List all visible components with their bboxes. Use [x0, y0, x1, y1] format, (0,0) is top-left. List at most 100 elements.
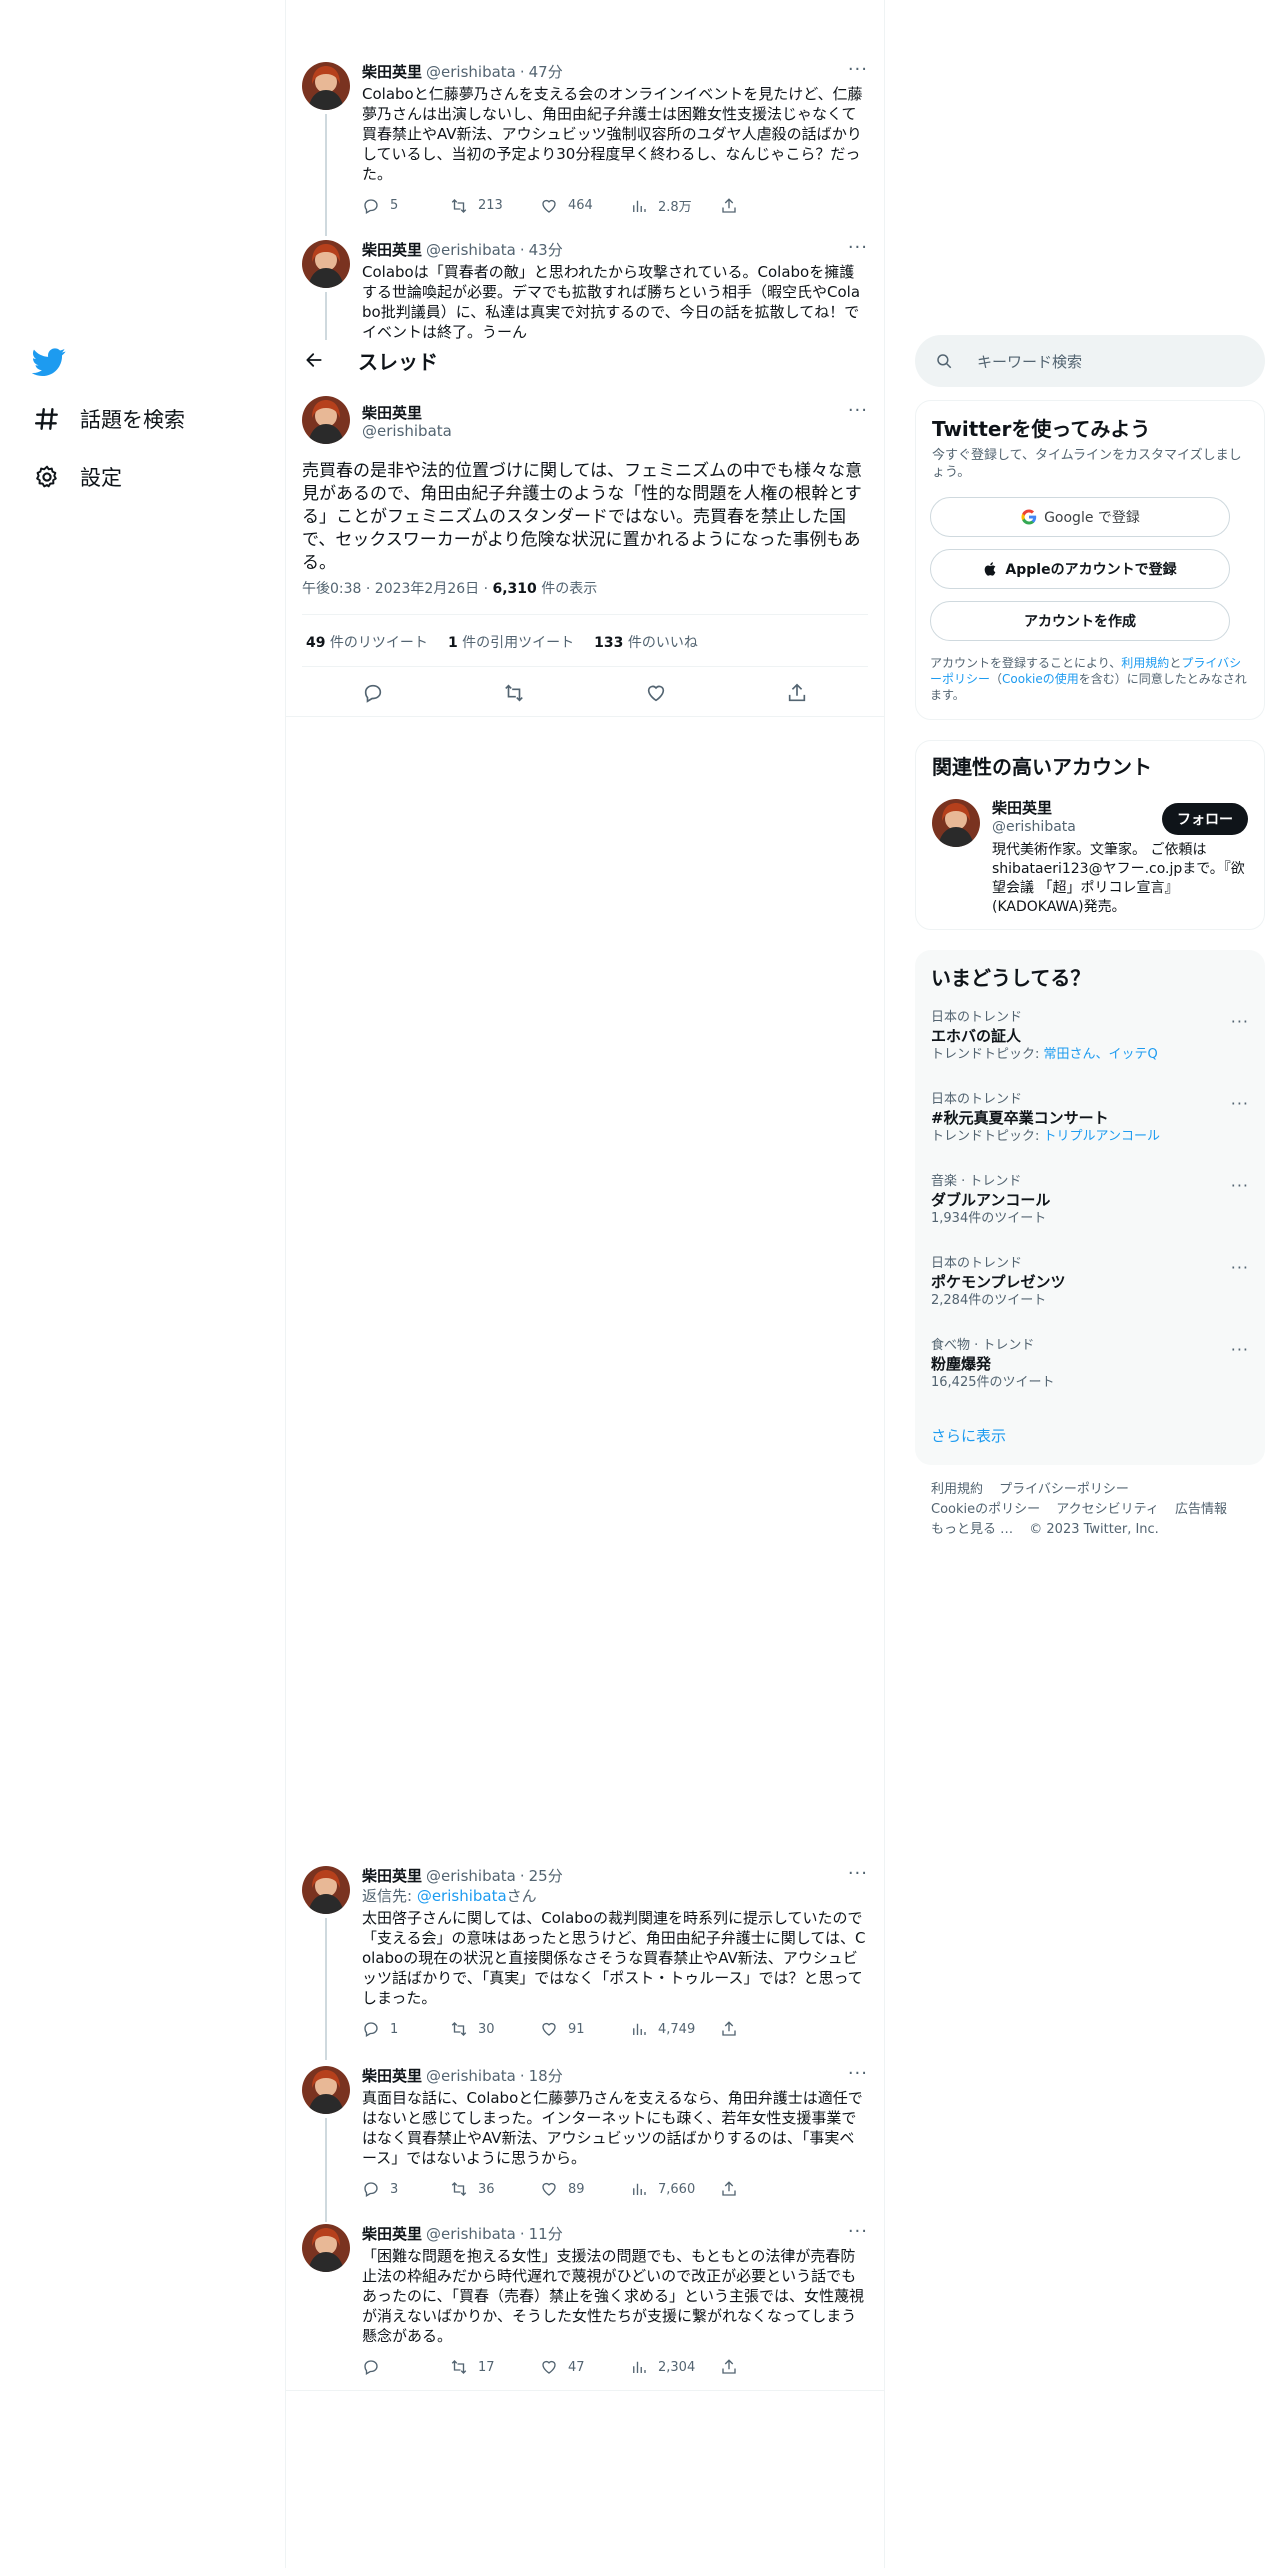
author-handle[interactable]: @erishibata: [426, 2224, 516, 2244]
share-button[interactable]: [720, 2180, 738, 2198]
tweet-time[interactable]: 18分: [529, 2066, 563, 2086]
like-button[interactable]: 464: [540, 196, 630, 215]
more-icon[interactable]: ···: [848, 400, 868, 421]
footer-more[interactable]: もっと見る …: [931, 1520, 1013, 1540]
cookie-link[interactable]: Cookieの使用: [1002, 672, 1079, 686]
avatar[interactable]: [302, 2224, 350, 2272]
tweet-reply-3[interactable]: 柴田英里 @erishibata · 11分 ··· 「困難な問題を抱える女性」…: [286, 2223, 884, 2394]
footer-accessibility[interactable]: アクセシビリティ: [1056, 1500, 1159, 1520]
google-signup-button[interactable]: Google で登録: [930, 497, 1230, 537]
nav-settings[interactable]: 設定: [34, 462, 122, 492]
avatar[interactable]: [302, 1866, 350, 1914]
author-handle[interactable]: @erishibata: [426, 1866, 516, 1886]
author-name[interactable]: 柴田英里: [362, 402, 422, 423]
share-button[interactable]: [720, 2358, 738, 2376]
reply-button[interactable]: 5: [362, 196, 450, 215]
reply-button[interactable]: [362, 2358, 450, 2376]
retweets-stat[interactable]: 49 件のリツイート: [306, 632, 428, 652]
views-button[interactable]: 7,660: [630, 2180, 720, 2198]
tweet-prev-2[interactable]: 柴田英里 @erishibata · 43分 ··· Colaboは「買春者の敵…: [286, 240, 884, 340]
terms-link[interactable]: 利用規約: [1121, 656, 1169, 670]
retweet-icon[interactable]: [503, 682, 525, 704]
search-input[interactable]: キーワード検索: [915, 335, 1265, 387]
author-name[interactable]: 柴田英里: [362, 62, 422, 82]
trend-item[interactable]: 日本のトレンド #秋元真夏卒業コンサート トレンドトピック: トリプルアンコール…: [931, 1092, 1249, 1146]
reply-icon[interactable]: [362, 682, 384, 704]
more-icon[interactable]: ···: [1231, 1176, 1249, 1195]
create-account-button[interactable]: アカウントを作成: [930, 601, 1230, 641]
related-handle[interactable]: @erishibata: [992, 819, 1076, 835]
trend-item[interactable]: 日本のトレンド エホバの証人 トレンドトピック: 常田さん、イッテQ ···: [931, 1010, 1249, 1064]
tweet-time[interactable]: 47分: [529, 62, 563, 82]
trend-item[interactable]: 食べ物 · トレンド 粉塵爆発 16,425件のツイート ···: [931, 1338, 1249, 1392]
apple-signup-button[interactable]: Appleのアカウントで登録: [930, 549, 1230, 589]
share-button[interactable]: [720, 2020, 738, 2038]
reply-to-link[interactable]: @erishibata: [417, 1887, 507, 1905]
more-icon[interactable]: ···: [1231, 1094, 1249, 1113]
author-name[interactable]: 柴田英里: [362, 1866, 422, 1886]
more-icon[interactable]: ···: [1231, 1012, 1249, 1031]
share-button[interactable]: [720, 196, 738, 215]
related-name[interactable]: 柴田英里: [992, 797, 1052, 818]
divider: [302, 614, 868, 615]
tweet-prev-1[interactable]: 柴田英里 @erishibata · 47分 ··· Colaboと仁藤夢乃さん…: [286, 61, 884, 236]
reply-button[interactable]: 3: [362, 2180, 450, 2198]
retweet-button[interactable]: 36: [450, 2180, 540, 2198]
trend-topic-link[interactable]: 常田さん、イッテQ: [1044, 1047, 1158, 1062]
twitter-logo-icon[interactable]: [32, 345, 66, 379]
author-handle[interactable]: @erishibata: [362, 422, 452, 440]
retweet-button[interactable]: 17: [450, 2358, 540, 2376]
like-button[interactable]: 47: [540, 2358, 630, 2376]
tweet-time[interactable]: 11分: [529, 2224, 563, 2244]
follow-button[interactable]: フォロー: [1162, 803, 1248, 835]
tweet-reply-2[interactable]: 柴田英里 @erishibata · 18分 ··· 真面目な話に、Colabo…: [286, 2065, 884, 2222]
footer-terms[interactable]: 利用規約: [931, 1480, 983, 1500]
author-name[interactable]: 柴田英里: [362, 2066, 422, 2086]
more-icon[interactable]: ···: [848, 2065, 868, 2083]
trend-topic-link[interactable]: トリプルアンコール: [1044, 1129, 1160, 1144]
more-icon[interactable]: ···: [1231, 1340, 1249, 1359]
like-button[interactable]: 91: [540, 2020, 630, 2038]
share-icon[interactable]: [786, 682, 808, 704]
quotes-stat[interactable]: 1 件の引用ツイート: [448, 632, 574, 652]
author-handle[interactable]: @erishibata: [426, 240, 516, 260]
retweet-button[interactable]: 30: [450, 2020, 540, 2038]
author-name[interactable]: 柴田英里: [362, 240, 422, 260]
back-arrow-icon[interactable]: [304, 350, 324, 370]
heart-icon[interactable]: [645, 682, 667, 704]
tweet-reply-1[interactable]: 柴田英里 @erishibata · 25分 ··· 返信先: @erishib…: [286, 1865, 884, 2060]
author-handle[interactable]: @erishibata: [426, 2066, 516, 2086]
more-icon[interactable]: ···: [848, 2223, 868, 2241]
footer-ads[interactable]: 広告情報: [1175, 1500, 1227, 1520]
more-icon[interactable]: ···: [848, 61, 868, 79]
more-icon[interactable]: ···: [848, 1865, 868, 1883]
like-button[interactable]: 89: [540, 2180, 630, 2198]
nav-explore[interactable]: 話題を検索: [34, 404, 185, 434]
show-more-link[interactable]: さらに表示: [931, 1425, 1006, 1446]
avatar[interactable]: [302, 396, 350, 444]
footer-cookie[interactable]: Cookieのポリシー: [931, 1500, 1040, 1520]
footer-privacy[interactable]: プライバシーポリシー: [999, 1480, 1129, 1500]
tweet-time[interactable]: 43分: [529, 240, 563, 260]
tweet-time[interactable]: 25分: [529, 1866, 563, 1886]
heart-icon: [542, 2022, 556, 2036]
reply-button[interactable]: 1: [362, 2020, 450, 2038]
gear-icon: [36, 465, 57, 488]
views-button[interactable]: 2.8万: [630, 196, 720, 215]
likes-stat[interactable]: 133 件のいいね: [594, 632, 698, 652]
tweet-timestamp[interactable]: 午後0:38 · 2023年2月26日 ·: [302, 581, 493, 597]
related-accounts-card: 関連性の高いアカウント 柴田英里 @erishibata フォロー 現代美術作家…: [915, 740, 1265, 930]
trend-item[interactable]: 日本のトレンド ポケモンプレゼンツ 2,284件のツイート ···: [931, 1256, 1249, 1310]
views-button[interactable]: 4,749: [630, 2020, 720, 2038]
avatar[interactable]: [302, 2066, 350, 2114]
avatar[interactable]: [302, 62, 350, 110]
avatar[interactable]: [302, 240, 350, 288]
author-handle[interactable]: @erishibata: [426, 62, 516, 82]
more-icon[interactable]: ···: [848, 240, 868, 257]
more-icon[interactable]: ···: [1231, 1258, 1249, 1277]
trend-item[interactable]: 音楽 · トレンド ダブルアンコール 1,934件のツイート ···: [931, 1174, 1249, 1228]
author-name[interactable]: 柴田英里: [362, 2224, 422, 2244]
avatar[interactable]: [932, 799, 980, 847]
retweet-button[interactable]: 213: [450, 196, 540, 215]
views-button[interactable]: 2,304: [630, 2358, 720, 2376]
